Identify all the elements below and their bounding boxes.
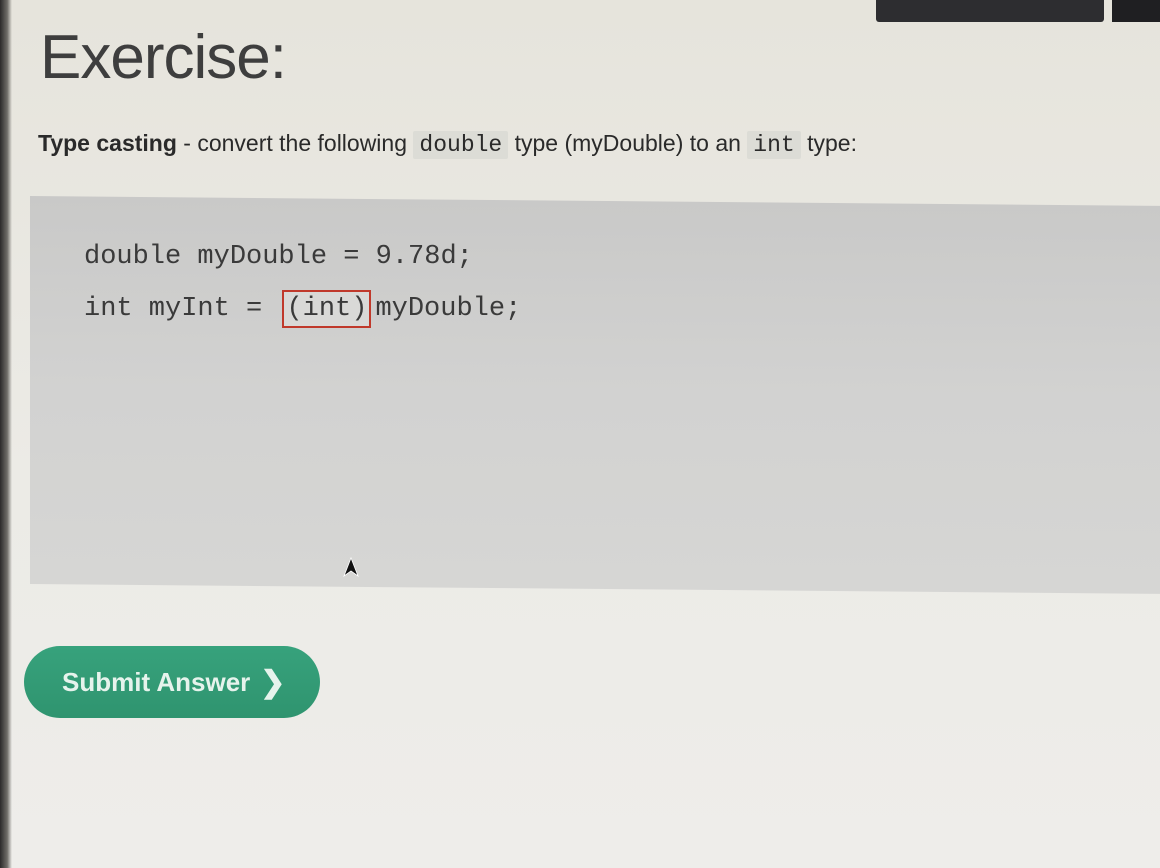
code-line-2-suffix: myDouble; <box>375 294 522 324</box>
code-chip-int: int <box>747 131 801 159</box>
code-line-2-prefix: int myInt = <box>84 294 279 324</box>
code-chip-double: double <box>413 131 509 159</box>
instruction-text: Type casting - convert the following dou… <box>38 130 857 159</box>
top-toolbar-edge <box>1112 0 1160 22</box>
instruction-lead: Type casting <box>38 130 177 156</box>
mouse-pointer-icon <box>343 556 359 578</box>
instruction-part-3: type: <box>800 130 857 156</box>
submit-answer-label: Submit Answer <box>62 666 251 697</box>
chevron-right-icon: ❯ <box>260 665 286 699</box>
screen-bezel <box>0 0 12 868</box>
top-toolbar <box>876 0 1104 22</box>
page-title: Exercise: <box>40 23 287 92</box>
submit-answer-button[interactable]: Submit Answer ❯ <box>24 646 320 718</box>
instruction-part-2: type (myDouble) to an <box>508 130 748 156</box>
instruction-part-1: - convert the following <box>176 130 414 156</box>
code-line-2: int myInt = (int) myDouble; <box>84 290 521 328</box>
answer-input[interactable]: (int) <box>282 290 372 328</box>
code-line-1: double myDouble = 9.78d; <box>84 242 473 272</box>
